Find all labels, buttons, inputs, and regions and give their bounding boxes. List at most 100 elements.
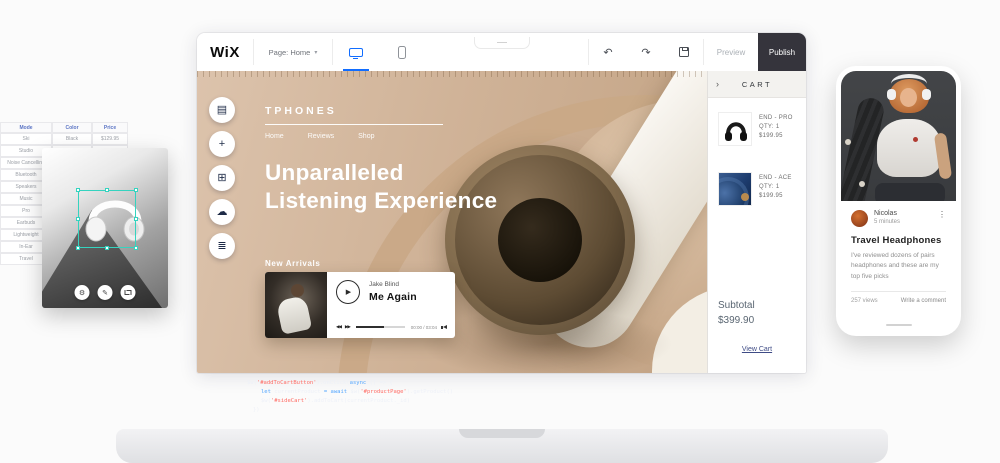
selection-handle[interactable] (134, 246, 138, 250)
cart-title: CART (742, 80, 772, 89)
selection-handle[interactable] (134, 217, 138, 221)
subtotal-value: $399.90 (718, 315, 796, 326)
product-price: $199.95 (759, 193, 792, 199)
nav-link-shop[interactable]: Shop (358, 133, 374, 140)
settings-button[interactable]: ⚙ (75, 285, 90, 300)
mobile-view-button[interactable] (379, 33, 425, 71)
phone-screen: Nicolas 5 minutes ⋮ Travel Headphones I'… (841, 71, 956, 331)
earcup-center-art (498, 198, 582, 282)
code-token: = await (324, 389, 347, 395)
hero-heading[interactable]: Unparalleled Listening Experience (265, 159, 497, 215)
undo-button[interactable]: ↶ (589, 33, 627, 71)
cart-item-meta: END - PROQTY: 1$199.95 (759, 112, 793, 146)
review-card: Nicolas 5 minutes ⋮ Travel Headphones I'… (841, 201, 956, 304)
preview-button[interactable]: Preview (704, 33, 758, 71)
reviewer-name: Nicolas (874, 210, 900, 217)
view-cart-link[interactable]: View Cart (742, 346, 772, 353)
figure-jeans (875, 183, 945, 201)
save-icon (679, 47, 689, 57)
crop-button[interactable] (121, 285, 136, 300)
code-token: '#productPage' (360, 389, 406, 395)
home-indicator[interactable] (886, 324, 912, 326)
site-brand[interactable]: TPHONES (265, 105, 443, 117)
add-apps-icon: ⊞ (217, 173, 226, 184)
table-cell[interactable]: Black (52, 133, 92, 145)
product-thumbnail (718, 172, 752, 206)
hero-heading-line1: Unparalleled (265, 159, 497, 187)
image-editor-panel: ⚙ ✎ (42, 148, 168, 308)
table-row[interactable]: SkiBlack$129.95 (0, 133, 128, 145)
product-qty: QTY: 1 (759, 124, 793, 130)
track-time: 00:00 / 03:04 (411, 325, 437, 330)
selection-handle[interactable] (76, 188, 80, 192)
nav-link-reviews[interactable]: Reviews (308, 133, 334, 140)
new-arrivals-label[interactable]: New Arrivals (265, 259, 320, 268)
selection-handle[interactable] (76, 246, 80, 250)
content-manager-button[interactable]: ≣ (209, 233, 235, 259)
kebab-menu-icon[interactable]: ⋮ (938, 210, 946, 219)
column-header[interactable]: Price (92, 122, 128, 133)
wix-logo: WiX (197, 33, 253, 71)
figure-headphone-cup (887, 89, 896, 100)
progress-bar[interactable] (356, 326, 405, 328)
desktop-view-button[interactable] (333, 33, 379, 71)
editor-top-tab[interactable] (474, 37, 530, 49)
editor-tools-column: ▤ + ⊞ ☁ ≣ (209, 97, 235, 259)
product-qty: QTY: 1 (759, 184, 792, 190)
code-line: $w('#addToCartButton').onClick(async () … (247, 379, 453, 388)
crop-icon (125, 289, 132, 296)
redo-icon: ↷ (641, 46, 650, 59)
shirt-logo (913, 137, 918, 142)
brand-underline (265, 124, 443, 125)
play-button[interactable]: ▶ (336, 280, 360, 304)
volume-icon[interactable] (441, 325, 447, 329)
product-thumbnail (718, 112, 752, 146)
page-selector[interactable]: Page: Home ▾ (254, 33, 332, 71)
save-button[interactable] (665, 33, 703, 71)
redo-button[interactable]: ↷ (627, 33, 665, 71)
site-canvas: ▤ + ⊞ ☁ ≣ TPHONES Home Reviews Shop Unparallel… (197, 71, 707, 373)
table-cell[interactable]: Ski (0, 133, 52, 145)
player-main: ▶ Jake Blind Me Again ◀◀ ▶▶ 00:00 / 03:0… (327, 272, 455, 338)
chevron-down-icon: ▾ (314, 49, 317, 56)
selection-handle[interactable] (134, 188, 138, 192)
music-player: ▶ Jake Blind Me Again ◀◀ ▶▶ 00:00 / 03:0… (265, 272, 455, 338)
column-header[interactable]: Mode (0, 122, 52, 133)
code-token: ).onClick( (317, 380, 350, 386)
publish-button[interactable]: Publish (758, 33, 806, 71)
horizontal-ruler (197, 71, 707, 77)
selection-handle[interactable] (105, 188, 109, 192)
next-track-button[interactable]: ▶▶ (345, 324, 350, 330)
gear-icon: ⚙ (79, 289, 85, 297)
code-token: let (261, 389, 271, 395)
selection-handle[interactable] (76, 217, 80, 221)
track-title: Me Again (369, 291, 417, 303)
code-token: $w( (347, 389, 360, 395)
skateboard-wheel (859, 181, 865, 187)
add-button[interactable]: + (209, 131, 235, 157)
selection-handle[interactable] (105, 246, 109, 250)
cart-items-list: END - PROQTY: 1$199.95END - ACEQTY: 1$19… (708, 98, 806, 206)
promo-stage: $w('#addToCartButton').onClick(async () … (0, 0, 1000, 463)
editor-body: ▤ + ⊞ ☁ ≣ TPHONES Home Reviews Shop Unparallel… (197, 71, 806, 373)
selection-box[interactable] (78, 190, 136, 248)
site-header: TPHONES Home Reviews Shop (265, 105, 443, 140)
phone-mockup: Nicolas 5 minutes ⋮ Travel Headphones I'… (836, 66, 961, 336)
code-snippet: $w('#addToCartButton').onClick(async () … (247, 379, 453, 415)
nav-link-home[interactable]: Home (265, 133, 284, 140)
review-footer: 257 views Write a comment (851, 298, 946, 304)
add-apps-button[interactable]: ⊞ (209, 165, 235, 191)
code-line: }) (247, 406, 453, 415)
pages-button[interactable]: ▤ (209, 97, 235, 123)
collapse-cart-icon[interactable]: › (716, 79, 719, 89)
column-header[interactable]: Color (52, 122, 92, 133)
table-cell[interactable]: $129.95 (92, 133, 128, 145)
code-line: let currentProduct = await $w('#productP… (247, 388, 453, 397)
write-comment-link[interactable]: Write a comment (901, 298, 946, 304)
content-manager-icon: ≣ (217, 241, 226, 252)
upload-button[interactable]: ☁ (209, 199, 235, 225)
code-token: }) (253, 407, 260, 413)
code-token: currentProduct (271, 389, 324, 395)
previous-track-button[interactable]: ◀◀ (336, 324, 341, 330)
edit-button[interactable]: ✎ (98, 285, 113, 300)
